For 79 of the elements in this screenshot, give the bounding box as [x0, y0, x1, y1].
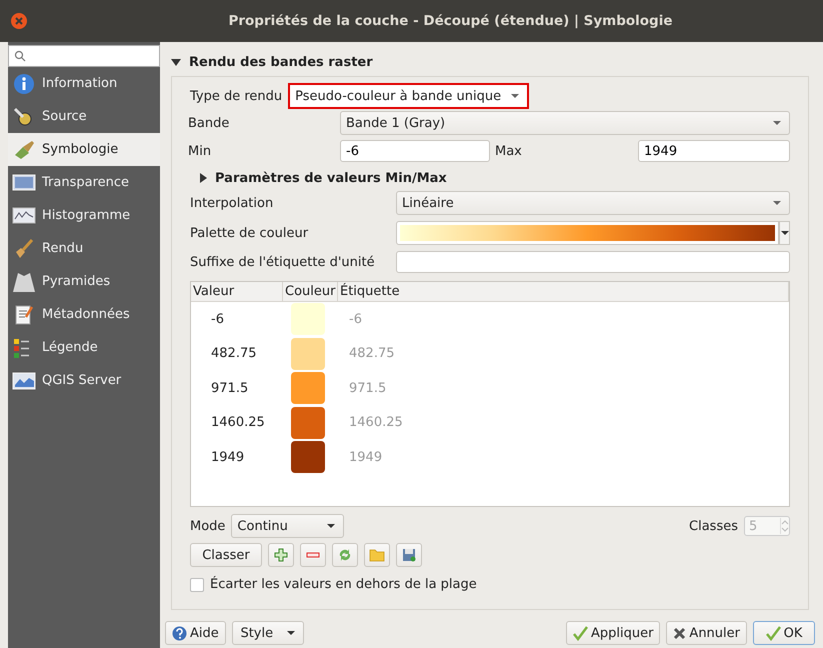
- field-label: Palette de couleur: [190, 226, 310, 240]
- plus-icon: [274, 548, 288, 562]
- color-swatch[interactable]: [291, 372, 325, 404]
- table-cell-text: 482.75: [348, 346, 396, 362]
- search-field[interactable]: [8, 45, 160, 67]
- sidebar-item[interactable]: Pyramides: [8, 265, 160, 298]
- folder-icon: [369, 548, 385, 562]
- sidebar-item[interactable]: Information: [8, 67, 160, 100]
- sidebar-item[interactable]: Légende: [8, 331, 160, 364]
- search-icon: [14, 50, 26, 62]
- field-label: Bande: [188, 116, 230, 130]
- sidebar-item[interactable]: Transparence: [8, 166, 160, 199]
- arrows-icon: [338, 548, 352, 562]
- ramp-dropdown-button[interactable]: [779, 221, 790, 245]
- clip-checkbox[interactable]: Écarter les valeurs en dehors de la plage: [190, 577, 800, 592]
- load-button[interactable]: [332, 543, 358, 567]
- collapse-arrow-icon[interactable]: [171, 58, 181, 66]
- table-cell-text: 971.5: [348, 380, 388, 396]
- close-icon: [673, 626, 686, 640]
- image-icon: [12, 172, 36, 194]
- table-cell-text: 482.75: [210, 346, 258, 362]
- window-title: Propriétés de la couche - Découpé (étendue) | Symbologie: [227, 13, 674, 29]
- table-cell-text: -6: [210, 312, 225, 327]
- chart-icon: [12, 204, 36, 226]
- mountain-icon: [12, 270, 36, 292]
- field-label: Min: [188, 144, 212, 158]
- style-button[interactable]: Style: [232, 621, 304, 645]
- sidebar-item[interactable]: Histogramme: [8, 199, 160, 232]
- section-title: Paramètres de valeurs Min/Max: [215, 170, 447, 186]
- table-cell-text: -6: [348, 312, 363, 327]
- add-button[interactable]: [268, 543, 294, 567]
- open-button[interactable]: [364, 543, 390, 567]
- help-icon: [172, 626, 187, 640]
- section-title: Rendu des bandes raster: [189, 54, 373, 70]
- expand-arrow-icon[interactable]: [200, 173, 207, 183]
- table-cell-text: 1460.25: [210, 415, 266, 430]
- table-cell-text: 1949: [348, 450, 384, 465]
- min-field[interactable]: -6: [340, 140, 490, 162]
- field-label: Mode: [190, 518, 226, 534]
- unit-suffix-field[interactable]: [396, 251, 790, 273]
- color-swatch[interactable]: [291, 338, 325, 370]
- render-type-dropdown[interactable]: Pseudo-couleur à bande unique: [288, 83, 530, 109]
- column-header[interactable]: Étiquette: [338, 282, 789, 301]
- column-header[interactable]: Valeur: [191, 282, 283, 301]
- help-button[interactable]: Aide: [165, 621, 226, 645]
- ok-button[interactable]: OK: [753, 621, 815, 645]
- field-label: Max: [494, 144, 523, 158]
- column-header[interactable]: Couleur: [283, 282, 338, 301]
- close-icon[interactable]: [10, 12, 28, 30]
- sidebar-item[interactable]: Symbologie: [8, 133, 160, 166]
- remove-button[interactable]: [300, 543, 326, 567]
- field-label: Classes: [689, 518, 738, 534]
- field-label: Suffixe de l'étiquette d'unité: [190, 254, 376, 270]
- mode-dropdown[interactable]: Continu: [231, 514, 344, 538]
- sidebar-item[interactable]: Métadonnées: [8, 298, 160, 331]
- classify-button[interactable]: Classer: [190, 543, 262, 567]
- table-cell-text: 971.5: [210, 380, 250, 396]
- cancel-button[interactable]: Annuler: [666, 621, 747, 645]
- apply-button[interactable]: Appliquer: [566, 621, 660, 645]
- interpolation-dropdown[interactable]: Linéaire: [396, 191, 790, 215]
- field-label: Type de rendu: [190, 88, 282, 104]
- table-cell-text: 1949: [210, 450, 246, 465]
- color-ramp-button[interactable]: [396, 221, 779, 245]
- color-swatch[interactable]: [291, 303, 325, 336]
- map-icon: [12, 370, 36, 392]
- max-field[interactable]: 1949: [638, 140, 790, 162]
- color-swatch[interactable]: [291, 441, 325, 474]
- table-cell-text: 1460.25: [348, 415, 404, 430]
- sidebar-item[interactable]: Source: [8, 100, 160, 133]
- sidebar-item[interactable]: Rendu: [8, 232, 160, 265]
- checkmark-icon: [572, 626, 588, 640]
- field-label: Interpolation: [190, 196, 274, 210]
- checkmark-icon: [766, 626, 781, 640]
- band-dropdown[interactable]: Bande 1 (Gray): [340, 111, 790, 135]
- save-button[interactable]: [396, 543, 422, 567]
- color-swatch[interactable]: [291, 406, 325, 439]
- checkbox[interactable]: [190, 578, 204, 592]
- sidebar-item[interactable]: QGIS Server: [8, 364, 160, 397]
- info-icon: [12, 72, 36, 94]
